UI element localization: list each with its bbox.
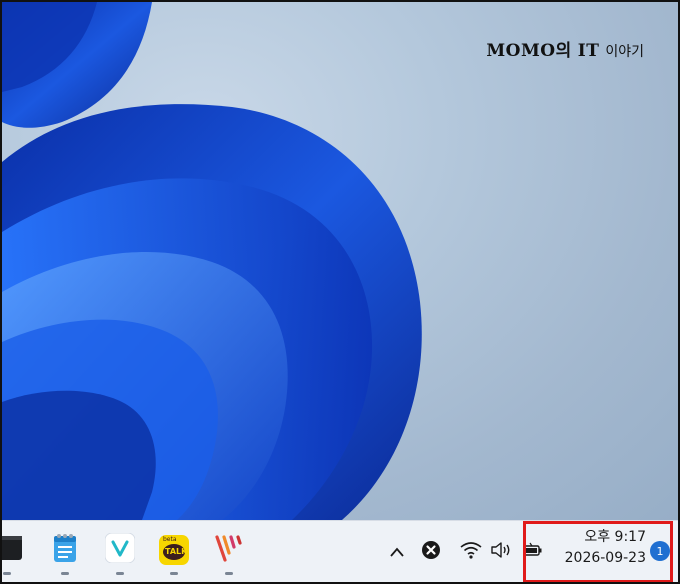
- chevron-up-icon: [389, 543, 405, 562]
- watermark: MOMO의 IT 이야기: [486, 36, 644, 61]
- running-indicator: [116, 572, 124, 575]
- running-indicator: [170, 572, 178, 575]
- taskbar-app-v[interactable]: [103, 532, 137, 575]
- terminal-icon: [2, 536, 22, 564]
- taskbar-app-terminal[interactable]: [2, 533, 24, 575]
- kakaotalk-icon: beta TALK: [159, 535, 189, 565]
- network-button[interactable]: [460, 541, 482, 563]
- running-indicator: [61, 572, 69, 575]
- taskbar-app-stripes[interactable]: [212, 533, 246, 575]
- tray-app-close-circle[interactable]: [420, 541, 442, 563]
- wifi-icon: [460, 541, 482, 563]
- v-app-icon: [104, 532, 136, 567]
- clock-area[interactable]: 오후 9:17 2026-09-23: [526, 527, 646, 569]
- notification-badge[interactable]: 1: [650, 541, 670, 561]
- taskbar-app-notepad[interactable]: [48, 533, 82, 575]
- running-indicator: [225, 572, 233, 575]
- volume-button[interactable]: [490, 541, 512, 563]
- close-circle-icon: [421, 540, 441, 564]
- show-hidden-icons-button[interactable]: [386, 541, 408, 563]
- kakaotalk-talk-label: TALK: [165, 547, 188, 556]
- screenshot-frame: MOMO의 IT 이야기 beta TALK 오후 9:17 2026-09-2…: [0, 0, 680, 584]
- windows-bloom-graphic: [2, 2, 422, 520]
- watermark-brand: MOMO의: [486, 41, 572, 61]
- clock-time: 오후 9:17: [584, 529, 646, 545]
- running-indicator: [3, 572, 11, 575]
- kakaotalk-beta-label: beta: [163, 536, 177, 543]
- taskbar-app-kakaotalk[interactable]: beta TALK: [157, 533, 191, 575]
- stripes-app-icon: [214, 533, 244, 567]
- clock-date: 2026-09-23: [564, 550, 646, 566]
- notepad-icon: [52, 533, 78, 567]
- desktop-wallpaper: MOMO의 IT 이야기: [2, 2, 678, 520]
- watermark-brand-it: IT: [577, 41, 600, 61]
- taskbar: beta TALK 오후 9:17 2026-09-23 1: [2, 520, 678, 582]
- watermark-suffix: 이야기: [605, 44, 644, 60]
- volume-icon: [490, 541, 512, 563]
